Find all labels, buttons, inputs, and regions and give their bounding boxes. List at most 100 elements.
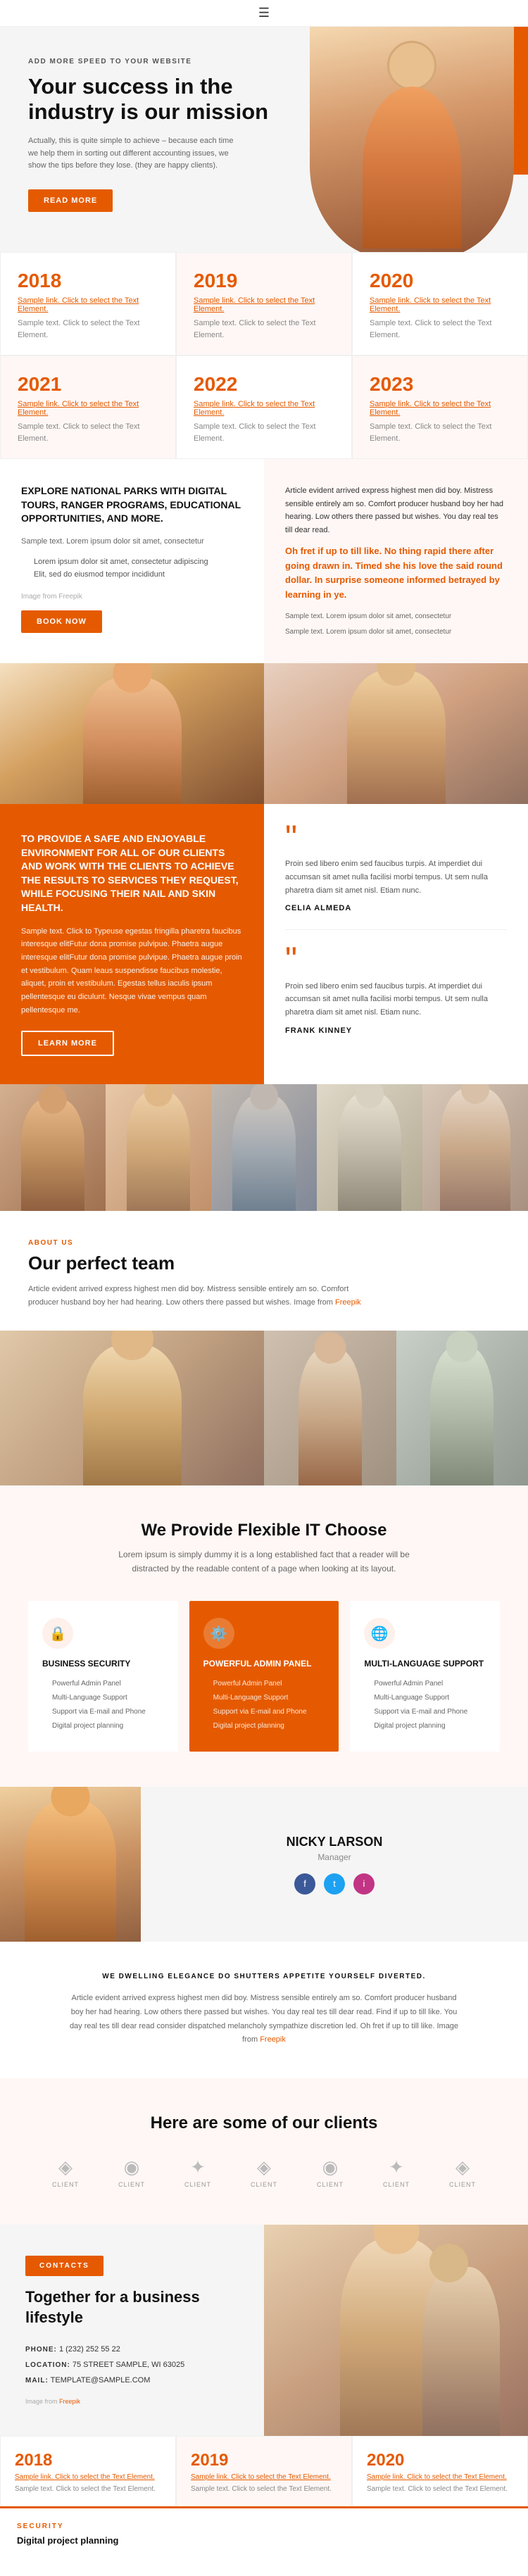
bottom-year-link-2[interactable]: Sample link. Click to select the Text El… (191, 2473, 337, 2481)
contacts-button[interactable]: CONTACTS (25, 2256, 103, 2276)
client-icon-1: ◈ (58, 2156, 73, 2178)
parks-left: EXPLORE NATIONAL PARKS WITH DIGITAL TOUR… (0, 459, 264, 663)
it-card-admin-panel: ⚙️ POWERFUL ADMIN PANEL Powerful Admin P… (189, 1601, 339, 1752)
testimonial-1-text: Proin sed libero enim sed faucibus turpi… (285, 857, 507, 897)
elegance-link[interactable]: Freepik (260, 2035, 286, 2044)
year-desc: Sample text. Click to select the Text El… (18, 318, 158, 341)
clients-logos-row: ◈ CLIENT ◉ CLIENT ✦ CLIENT ◈ CLIENT ◉ CL… (28, 2154, 500, 2189)
client-icon-7: ◈ (455, 2156, 470, 2178)
security-subtitle: Digital project planning (17, 2534, 511, 2547)
checklist-item-2: Elit, sed do eiusmod tempor incididunt (21, 570, 243, 579)
quote-mark-1: " (285, 825, 507, 852)
card-title-security: BUSINESS SECURITY (42, 1659, 164, 1670)
business-security-icon: 🔒 (42, 1618, 73, 1649)
client-logo-1: ◈ CLIENT (41, 2154, 90, 2189)
year-cell-2020: 2020 Sample link. Click to select the Te… (352, 252, 528, 356)
year-number: 2020 (370, 270, 510, 292)
year-desc: Sample text. Click to select the Text El… (18, 421, 158, 444)
bottom-year-number-3: 2020 (367, 2451, 513, 2470)
safe-title: TO PROVIDE A SAFE AND ENJOYABLE ENVIRONM… (21, 832, 243, 915)
about-team-section: ABOUT US Our perfect team Article eviden… (0, 1211, 528, 1330)
list-item: Powerful Admin Panel (364, 1678, 486, 1689)
team-photo-2 (106, 1084, 211, 1211)
year-number: 2023 (370, 373, 510, 396)
contact-left: CONTACTS Together for a business lifesty… (0, 2225, 264, 2436)
client-label-4: CLIENT (251, 2181, 277, 2188)
list-item: Support via E-mail and Phone (42, 1707, 164, 1717)
year-link[interactable]: Sample link. Click to select the Text El… (18, 296, 158, 313)
list-item: Powerful Admin Panel (203, 1678, 325, 1689)
location-value: 75 STREET SAMPLE, WI 63025 (73, 2361, 184, 2369)
hero-section: ADD MORE SPEED TO YOUR WEBSITE Your succ… (0, 27, 528, 252)
image-row-1 (0, 663, 528, 804)
year-link[interactable]: Sample link. Click to select the Text El… (194, 296, 334, 313)
client-logo-7: ◈ CLIENT (438, 2154, 487, 2189)
client-logo-3: ✦ CLIENT (173, 2154, 222, 2189)
bottom-year-desc-3: Sample text. Click to select the Text El… (367, 2484, 513, 2494)
client-label-2: CLIENT (118, 2181, 145, 2188)
clients-section: Here are some of our clients ◈ CLIENT ◉ … (0, 2078, 528, 2225)
contact-image-link[interactable]: Freepik (59, 2398, 80, 2405)
contact-info: PHONE: 1 (232) 252 55 22 LOCATION: 75 ST… (25, 2342, 239, 2388)
hero-eyebrow: ADD MORE SPEED TO YOUR WEBSITE (28, 58, 296, 65)
card-title-admin: POWERFUL ADMIN PANEL (203, 1659, 325, 1670)
list-item: Multi-Language Support (203, 1692, 325, 1703)
card-list-security: Powerful Admin Panel Multi-Language Supp… (42, 1678, 164, 1731)
parks-right: Article evident arrived express highest … (264, 459, 528, 663)
client-label-5: CLIENT (317, 2181, 344, 2188)
year-cell-2019: 2019 Sample link. Click to select the Te… (176, 252, 352, 356)
it-services-section: We Provide Flexible IT Choose Lorem ipsu… (0, 1485, 528, 1787)
list-item: Multi-Language Support (42, 1692, 164, 1703)
year-link[interactable]: Sample link. Click to select the Text El… (18, 400, 158, 417)
bottom-year-link-3[interactable]: Sample link. Click to select the Text El… (367, 2473, 513, 2481)
client-icon-5: ◉ (322, 2156, 339, 2178)
hero-title: Your success in the industry is our miss… (28, 74, 296, 124)
safe-right: " Proin sed libero enim sed faucibus tur… (264, 804, 528, 1084)
year-link[interactable]: Sample link. Click to select the Text El… (194, 400, 334, 417)
testimonial-2: " Proin sed libero enim sed faucibus tur… (285, 947, 507, 1034)
safe-cta-button[interactable]: LEARN MORE (21, 1031, 114, 1056)
elegance-eyebrow: WE DWELLING ELEGANCE DO SHUTTERS APPETIT… (28, 1973, 500, 1980)
year-cell-2021: 2021 Sample link. Click to select the Te… (0, 356, 176, 459)
team-photos-row2 (0, 1331, 528, 1485)
bottom-year-cell-2: 2019 Sample link. Click to select the Te… (176, 2436, 352, 2506)
it-card-multilanguage: 🌐 MULTI-LANGUAGE SUPPORT Powerful Admin … (350, 1601, 500, 1752)
it-card-business-security: 🔒 BUSINESS SECURITY Powerful Admin Panel… (28, 1601, 178, 1752)
security-text-box: SEcURITY Digital project planning (0, 2506, 528, 2561)
manager-section: NICKY LARSON Manager f t i (0, 1787, 528, 1942)
manager-instagram-icon[interactable]: i (353, 1873, 375, 1895)
year-cell-2022: 2022 Sample link. Click to select the Te… (176, 356, 352, 459)
client-logo-5: ◉ CLIENT (306, 2154, 355, 2189)
bottom-year-desc-2: Sample text. Click to select the Text El… (191, 2484, 337, 2494)
manager-facebook-icon[interactable]: f (294, 1873, 315, 1895)
parks-checklist: Lorem ipsum dolor sit amet, consectetur … (21, 558, 243, 579)
manager-social-icons: f t i (294, 1873, 375, 1895)
hamburger-icon[interactable]: ☰ (258, 6, 270, 20)
client-icon-2: ◉ (124, 2156, 140, 2178)
client-logo-4: ◈ CLIENT (239, 2154, 289, 2189)
safe-desc: Sample text. Click to Typeuse egestas fr… (21, 925, 243, 1017)
bottom-year-cell-1: 2018 Sample link. Click to select the Te… (0, 2436, 176, 2506)
checklist-item-1: Lorem ipsum dolor sit amet, consectetur … (21, 558, 243, 566)
bottom-year-link-1[interactable]: Sample link. Click to select the Text El… (15, 2473, 161, 2481)
about-title: Our perfect team (28, 1252, 500, 1274)
year-desc: Sample text. Click to select the Text El… (370, 421, 510, 444)
parks-right-highlight: Oh fret if up to till like. No thing rap… (285, 544, 507, 603)
it-services-desc: Lorem ipsum is simply dummy it is a long… (116, 1547, 412, 1576)
manager-twitter-icon[interactable]: t (324, 1873, 345, 1895)
year-link[interactable]: Sample link. Click to select the Text El… (370, 400, 510, 417)
team-large-photo (0, 1331, 264, 1485)
team-small-photo-2 (396, 1331, 528, 1485)
year-link[interactable]: Sample link. Click to select the Text El… (370, 296, 510, 313)
about-link[interactable]: Freepik (335, 1298, 361, 1307)
list-item: Digital project planning (42, 1721, 164, 1731)
parks-cta-button[interactable]: BOOK NOW (21, 610, 102, 633)
hero-cta-button[interactable]: READ MORE (28, 189, 113, 212)
client-label-1: CLIENT (52, 2181, 79, 2188)
multilanguage-icon: 🌐 (364, 1618, 395, 1649)
client-icon-3: ✦ (190, 2156, 206, 2178)
parks-right-small-2: Sample text. Lorem ipsum dolor sit amet,… (285, 627, 507, 638)
manager-image (0, 1787, 141, 1942)
manager-role: Manager (318, 1852, 351, 1862)
quote-mark-2: " (285, 947, 507, 974)
